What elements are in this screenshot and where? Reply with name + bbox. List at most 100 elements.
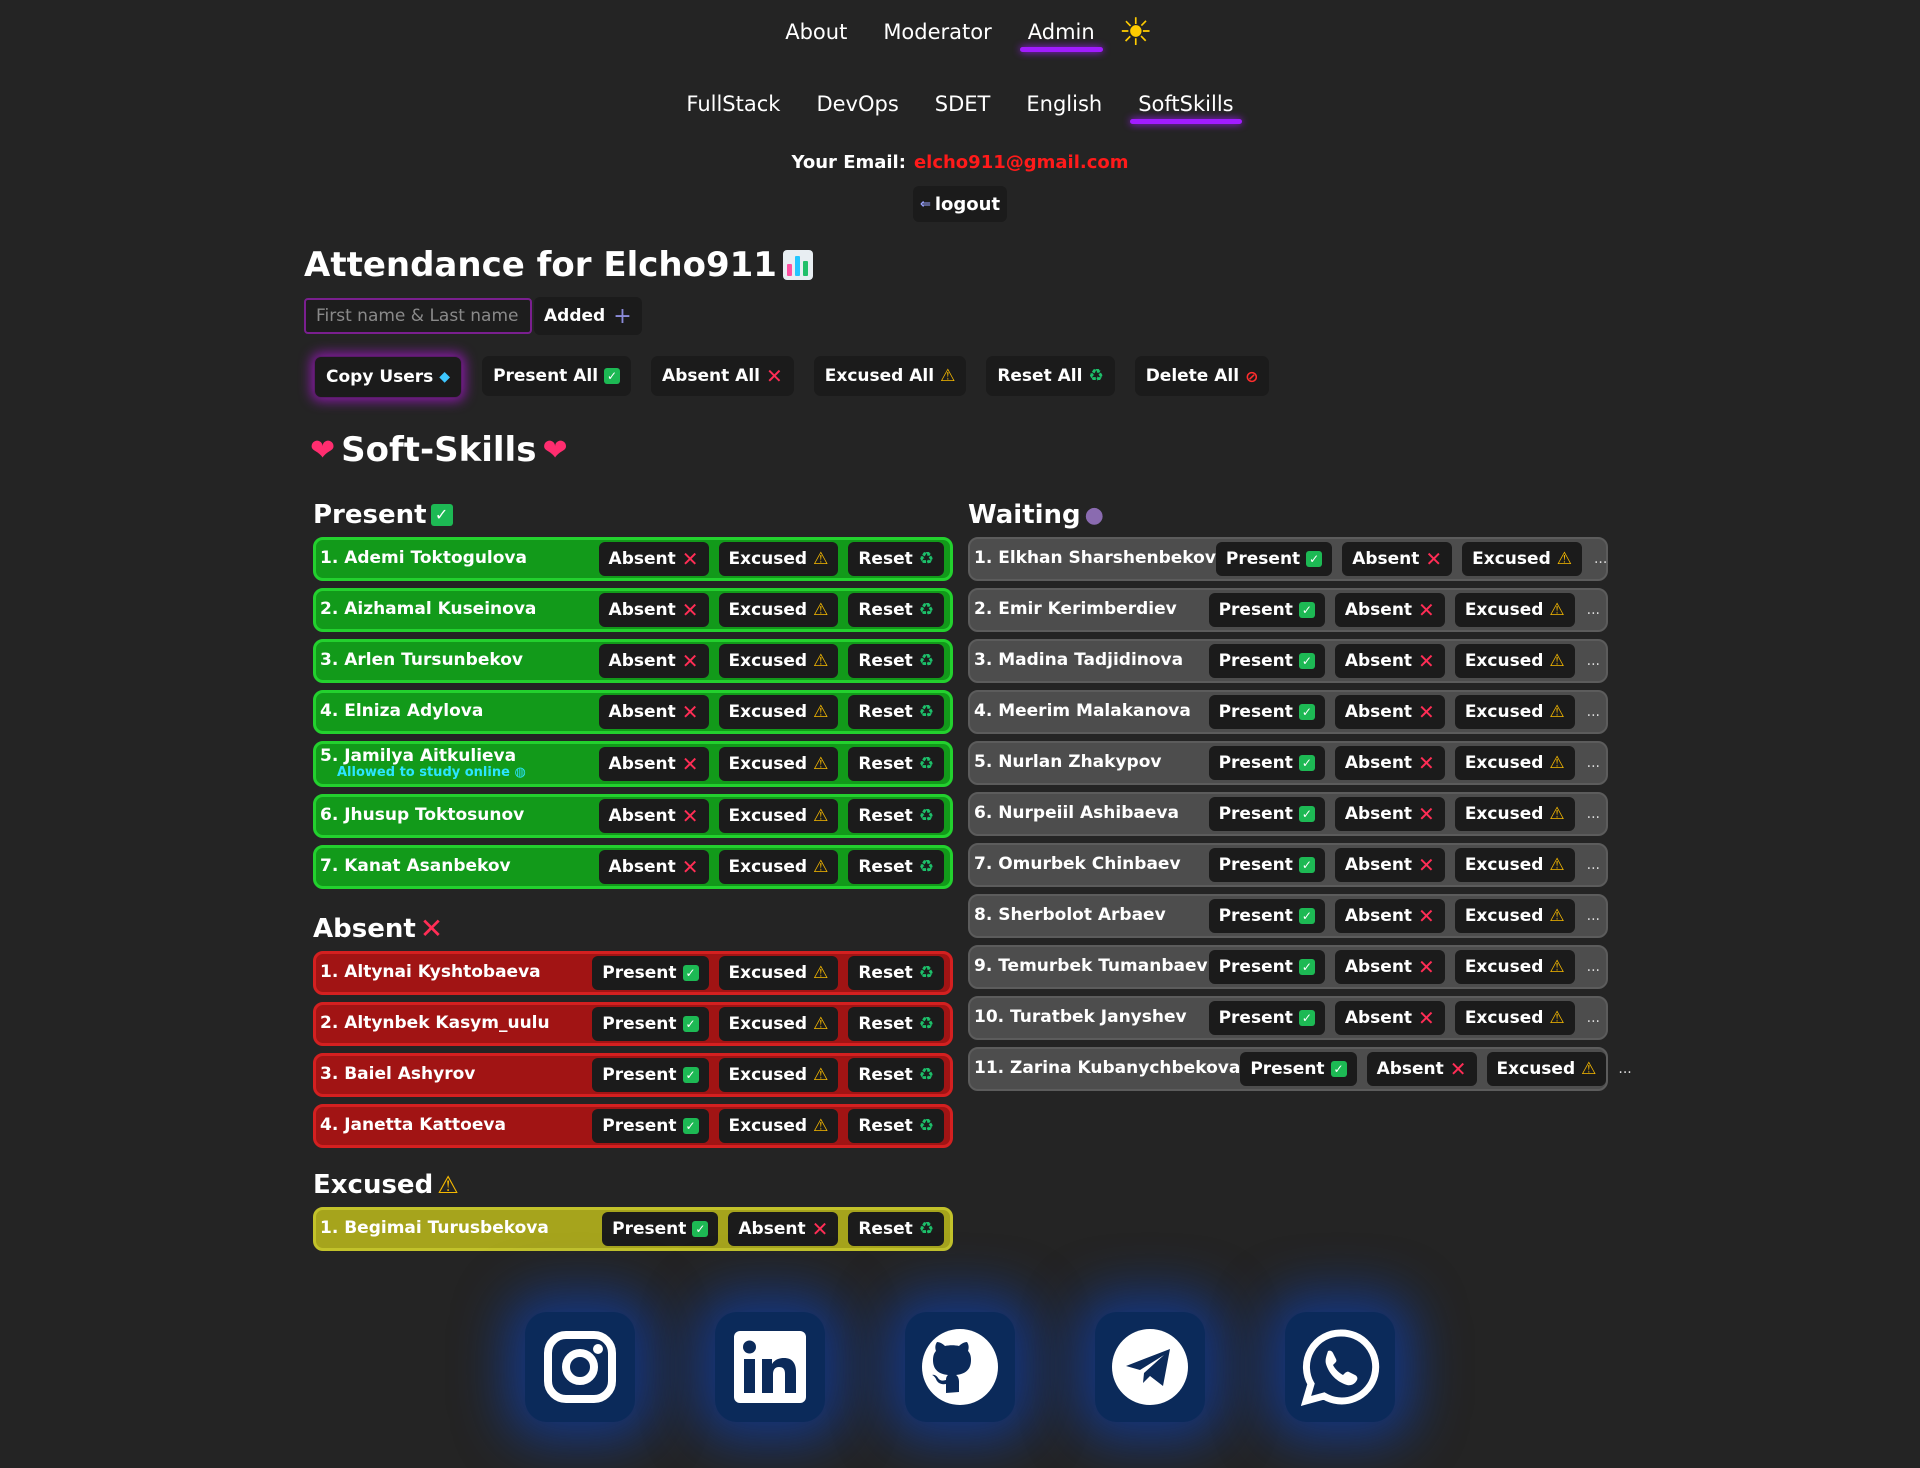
absent-all-button[interactable]: Absent All ✕ [651, 356, 794, 396]
present-button[interactable]: Present ✓ [1208, 644, 1325, 678]
present-button[interactable]: Present ✓ [1208, 593, 1325, 627]
tab-devops[interactable]: DevOps [798, 84, 916, 124]
absent-button[interactable]: Absent ✕ [598, 850, 709, 884]
more-icon[interactable]: ... [1587, 959, 1600, 975]
more-icon[interactable]: ... [1587, 857, 1600, 873]
excused-button[interactable]: Excused ⚠ [1454, 695, 1575, 729]
tab-sdet[interactable]: SDET [917, 84, 1009, 124]
more-icon[interactable]: ... [1587, 653, 1600, 669]
excused-button[interactable]: Excused ⚠ [718, 799, 839, 833]
excused-button[interactable]: Excused ⚠ [1454, 848, 1575, 882]
excused-button[interactable]: Excused ⚠ [1454, 797, 1575, 831]
absent-button[interactable]: Absent ✕ [1366, 1052, 1477, 1086]
nav-admin[interactable]: Admin [1010, 12, 1113, 52]
reset-button[interactable]: Reset ♻ [848, 1007, 944, 1041]
present-button[interactable]: Present ✓ [1208, 797, 1325, 831]
tab-softskills[interactable]: SoftSkills [1120, 84, 1251, 124]
present-button[interactable]: Present ✓ [1208, 848, 1325, 882]
excused-button[interactable]: Excused ⚠ [1454, 1001, 1575, 1035]
absent-button[interactable]: Absent ✕ [598, 799, 709, 833]
excused-button[interactable]: Excused ⚠ [1454, 950, 1575, 984]
absent-button[interactable]: Absent ✕ [1334, 848, 1445, 882]
reset-button[interactable]: Reset ♻ [848, 799, 944, 833]
sun-icon[interactable]: ☀ [1119, 13, 1153, 51]
absent-button[interactable]: Absent ✕ [598, 747, 709, 781]
excused-button[interactable]: Excused ⚠ [1454, 644, 1575, 678]
more-icon[interactable]: ... [1587, 704, 1600, 720]
present-button[interactable]: Present ✓ [602, 1212, 719, 1246]
absent-button[interactable]: Absent ✕ [598, 593, 709, 627]
absent-button[interactable]: Absent ✕ [1334, 746, 1445, 780]
absent-button[interactable]: Absent ✕ [598, 644, 709, 678]
reset-button[interactable]: Reset ♻ [848, 747, 944, 781]
excused-button[interactable]: Excused ⚠ [718, 1109, 839, 1143]
excused-button[interactable]: Excused ⚠ [718, 542, 839, 576]
reset-button[interactable]: Reset ♻ [848, 695, 944, 729]
absent-button[interactable]: Absent ✕ [598, 695, 709, 729]
tab-fullstack[interactable]: FullStack [668, 84, 798, 124]
absent-button[interactable]: Absent ✕ [1334, 950, 1445, 984]
telegram-link[interactable] [1095, 1312, 1205, 1422]
reset-button[interactable]: Reset ♻ [848, 1212, 944, 1246]
absent-button[interactable]: Absent ✕ [598, 542, 709, 576]
absent-button[interactable]: Absent ✕ [728, 1212, 839, 1246]
excused-button[interactable]: Excused ⚠ [718, 1058, 839, 1092]
instagram-link[interactable] [525, 1312, 635, 1422]
reset-button[interactable]: Reset ♻ [848, 593, 944, 627]
logout-button[interactable]: ⇐ logout [913, 186, 1007, 222]
more-icon[interactable]: ... [1587, 602, 1600, 618]
nav-about[interactable]: About [767, 12, 865, 52]
present-button[interactable]: Present ✓ [1215, 542, 1333, 576]
excused-button[interactable]: Excused ⚠ [718, 956, 839, 990]
absent-button[interactable]: Absent ✕ [1334, 899, 1445, 933]
reset-button[interactable]: Reset ♻ [848, 1109, 944, 1143]
present-button[interactable]: Present ✓ [592, 956, 709, 990]
present-button[interactable]: Present ✓ [592, 1109, 709, 1143]
absent-button[interactable]: Absent ✕ [1334, 797, 1445, 831]
reset-button[interactable]: Reset ♻ [848, 956, 944, 990]
more-icon[interactable]: ... [1594, 551, 1607, 567]
excused-button[interactable]: Excused ⚠ [718, 747, 839, 781]
delete-all-button[interactable]: Delete All ⊘ [1134, 356, 1270, 396]
excused-button[interactable]: Excused ⚠ [1454, 899, 1575, 933]
excused-button[interactable]: Excused ⚠ [718, 1007, 839, 1041]
excused-all-button[interactable]: Excused All ⚠ [813, 356, 967, 396]
more-icon[interactable]: ... [1587, 908, 1600, 924]
excused-button[interactable]: Excused ⚠ [1454, 746, 1575, 780]
excused-button[interactable]: Excused ⚠ [1486, 1052, 1607, 1086]
linkedin-link[interactable] [715, 1312, 825, 1422]
present-button[interactable]: Present ✓ [592, 1007, 709, 1041]
present-button[interactable]: Present ✓ [1240, 1052, 1357, 1086]
reset-button[interactable]: Reset ♻ [848, 644, 944, 678]
absent-button[interactable]: Absent ✕ [1342, 542, 1453, 576]
reset-button[interactable]: Reset ♻ [848, 850, 944, 884]
reset-all-button[interactable]: Reset All ♻ [986, 356, 1115, 396]
present-button[interactable]: Present ✓ [1208, 899, 1325, 933]
present-all-button[interactable]: Present All ✓ [482, 356, 632, 396]
github-link[interactable] [905, 1312, 1015, 1422]
added-button[interactable]: Added + [534, 297, 642, 335]
present-button[interactable]: Present ✓ [1208, 950, 1325, 984]
absent-button[interactable]: Absent ✕ [1334, 1001, 1445, 1035]
present-button[interactable]: Present ✓ [1208, 746, 1325, 780]
absent-button[interactable]: Absent ✕ [1334, 593, 1445, 627]
nav-moderator[interactable]: Moderator [865, 12, 1009, 52]
more-icon[interactable]: ... [1587, 1010, 1600, 1026]
excused-button[interactable]: Excused ⚠ [718, 593, 839, 627]
reset-button[interactable]: Reset ♻ [848, 542, 944, 576]
excused-button[interactable]: Excused ⚠ [1454, 593, 1575, 627]
absent-button[interactable]: Absent ✕ [1334, 695, 1445, 729]
copy-users-button[interactable]: Copy Users ◆ [314, 356, 463, 398]
more-icon[interactable]: ... [1587, 806, 1600, 822]
present-button[interactable]: Present ✓ [592, 1058, 709, 1092]
excused-button[interactable]: Excused ⚠ [718, 644, 839, 678]
present-button[interactable]: Present ✓ [1208, 695, 1325, 729]
more-icon[interactable]: ... [1587, 755, 1600, 771]
excused-button[interactable]: Excused ⚠ [718, 850, 839, 884]
reset-button[interactable]: Reset ♻ [848, 1058, 944, 1092]
tab-english[interactable]: English [1008, 84, 1120, 124]
excused-button[interactable]: Excused ⚠ [1462, 542, 1582, 576]
whatsapp-link[interactable] [1285, 1312, 1395, 1422]
present-button[interactable]: Present ✓ [1208, 1001, 1325, 1035]
absent-button[interactable]: Absent ✕ [1334, 644, 1445, 678]
